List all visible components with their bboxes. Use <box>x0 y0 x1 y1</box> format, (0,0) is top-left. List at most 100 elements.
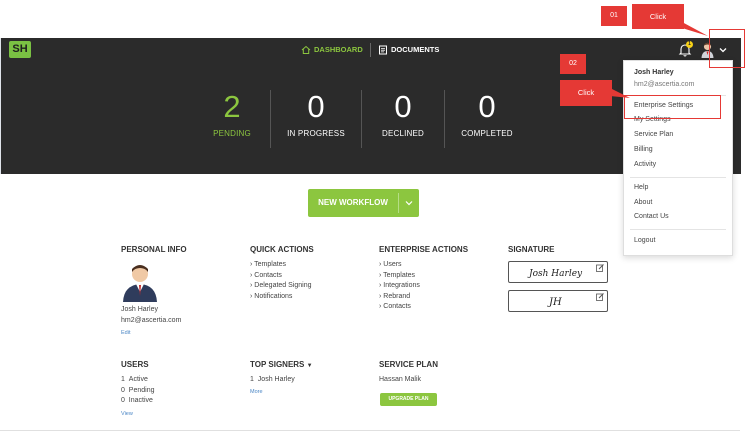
stat-in-progress-label: IN PROGRESS <box>287 129 345 138</box>
top-signers-title: TOP SIGNERS <box>250 360 305 369</box>
top-signer-name: Josh Harley <box>257 376 295 383</box>
enterprise-action-templates[interactable]: › Templates <box>379 271 468 282</box>
stat-pending[interactable]: 2 PENDING <box>188 89 276 139</box>
nav-documents[interactable]: DOCUMENTS <box>378 38 439 62</box>
top-signer-count: 1 <box>250 376 254 383</box>
top-signers-more-link[interactable]: More <box>250 387 313 398</box>
top-signers-header[interactable]: TOP SIGNERS ▼ <box>250 360 313 369</box>
initials-signature-box[interactable]: JH <box>508 290 608 312</box>
stat-completed[interactable]: 0 COMPLETED <box>443 89 531 139</box>
users-inactive-row: 0 Inactive <box>121 396 155 407</box>
users-view-link[interactable]: View <box>121 409 155 420</box>
users-active-row: 1 Active <box>121 375 155 386</box>
callout-step-02: 02 <box>560 54 586 74</box>
dropdown-divider <box>630 177 726 178</box>
quick-action-delegated-signing[interactable]: › Delegated Signing <box>250 281 314 292</box>
menu-item-contact-us[interactable]: Contact Us <box>634 213 669 220</box>
dropdown-user-email: hm2@ascertia.com <box>634 81 695 88</box>
stat-pending-value: 2 <box>223 89 241 124</box>
app-logo[interactable]: SH <box>9 41 31 58</box>
quick-action-notifications-label: Notifications <box>254 292 293 300</box>
new-workflow-label: NEW WORKFLOW <box>318 198 388 207</box>
profile-name: Josh Harley <box>121 306 158 313</box>
enterprise-action-templates-label: Templates <box>383 271 416 279</box>
stat-in-progress-value: 0 <box>307 89 325 124</box>
page-bottom-border <box>0 430 740 431</box>
quick-action-contacts-label: Contacts <box>254 271 282 279</box>
stat-declined-label: DECLINED <box>381 129 425 138</box>
top-signers-section: TOP SIGNERS ▼ 1 Josh Harley More <box>250 360 313 397</box>
callout-arrow-icon <box>682 22 708 36</box>
callout-highlight-menu-toggle <box>709 29 745 68</box>
stat-completed-value: 0 <box>478 89 496 124</box>
menu-item-billing[interactable]: Billing <box>634 146 653 153</box>
service-plan-title: SERVICE PLAN <box>379 360 438 369</box>
stat-declined-value: 0 <box>394 89 412 124</box>
dropdown-divider <box>630 229 726 230</box>
quick-action-templates[interactable]: › Templates <box>250 260 314 271</box>
stat-completed-label: COMPLETED <box>461 129 513 138</box>
callout-label-02: Click <box>560 80 612 106</box>
top-signer-row: 1 Josh Harley <box>250 375 313 386</box>
enterprise-actions-section: ENTERPRISE ACTIONS › Users › Templates ›… <box>379 245 468 313</box>
menu-item-service-plan[interactable]: Service Plan <box>634 131 673 138</box>
upgrade-plan-button[interactable]: UPGRADE PLAN <box>380 393 437 406</box>
edit-icon[interactable] <box>596 293 604 301</box>
chevron-down-icon[interactable] <box>404 199 414 207</box>
enterprise-action-rebrand-label: Rebrand <box>383 292 411 300</box>
enterprise-actions-title: ENTERPRISE ACTIONS <box>379 245 469 254</box>
new-workflow-button[interactable]: NEW WORKFLOW <box>308 189 419 217</box>
enterprise-action-integrations-label: Integrations <box>383 282 420 289</box>
enterprise-action-contacts-label: Contacts <box>383 303 411 310</box>
stat-divider <box>270 90 271 148</box>
edit-icon[interactable] <box>596 264 604 272</box>
menu-item-activity[interactable]: Activity <box>634 161 656 168</box>
stat-in-progress[interactable]: 0 IN PROGRESS <box>272 89 360 139</box>
document-icon <box>379 45 387 55</box>
nav-separator <box>370 43 371 57</box>
signature-section: SIGNATURE <box>508 245 555 260</box>
stat-declined[interactable]: 0 DECLINED <box>359 89 447 139</box>
enterprise-action-users[interactable]: › Users <box>379 260 468 271</box>
menu-item-about[interactable]: About <box>634 199 652 206</box>
quick-action-contacts[interactable]: › Contacts <box>250 271 314 282</box>
user-dropdown-menu: Josh Harley hm2@ascertia.com Enterprise … <box>623 60 733 256</box>
navbar: SH DASHBOARD DOCUMENTS 1 <box>0 38 741 62</box>
personal-info-title: PERSONAL INFO <box>121 245 187 254</box>
menu-item-help[interactable]: Help <box>634 184 648 191</box>
users-active-label: Active <box>128 376 148 383</box>
service-plan-section: SERVICE PLAN Hassan Malik <box>379 360 438 386</box>
personal-info-section: PERSONAL INFO <box>121 245 187 260</box>
callout-highlight-enterprise-settings <box>624 95 721 119</box>
enterprise-action-rebrand[interactable]: › Rebrand <box>379 292 468 303</box>
personal-info-details: Josh Harley hm2@ascertia.com Edit <box>121 305 181 339</box>
nav-dashboard[interactable]: DASHBOARD <box>301 38 363 62</box>
signature-full-text: Josh Harley <box>527 269 583 279</box>
users-inactive-label: Inactive <box>128 397 153 404</box>
profile-email: hm2@ascertia.com <box>121 316 182 324</box>
dropdown-user-name: Josh Harley <box>634 69 674 76</box>
users-active-count: 1 <box>121 376 125 383</box>
callout-step-01: 01 <box>601 6 627 26</box>
edit-profile-link[interactable]: Edit <box>121 328 181 339</box>
quick-actions-section: QUICK ACTIONS › Templates › Contacts › D… <box>250 245 314 302</box>
service-plan-owner: Hassan Malik <box>379 376 422 383</box>
enterprise-action-contacts[interactable]: › Contacts <box>379 302 468 313</box>
enterprise-action-users-label: Users <box>383 261 402 268</box>
users-pending-label: Pending <box>128 386 155 394</box>
signature-title: SIGNATURE <box>508 245 555 254</box>
menu-item-logout[interactable]: Logout <box>634 237 655 244</box>
notification-badge: 1 <box>686 41 693 48</box>
quick-action-notifications[interactable]: › Notifications <box>250 292 314 303</box>
enterprise-action-integrations[interactable]: › Integrations <box>379 281 468 292</box>
full-signature-box[interactable]: Josh Harley <box>508 261 608 283</box>
signature-image: Josh Harley <box>527 269 583 279</box>
callout-label-01: Click <box>632 4 684 29</box>
quick-action-templates-label: Templates <box>254 261 287 268</box>
users-pending-row: 0 Pending <box>121 386 155 397</box>
quick-actions-title: QUICK ACTIONS <box>250 245 314 254</box>
caret-down-icon[interactable]: ▼ <box>307 363 313 369</box>
signature-initials-text: JH <box>547 297 562 308</box>
users-title: USERS <box>121 360 149 369</box>
users-section: USERS 1 Active 0 Pending 0 Inactive View <box>121 360 155 419</box>
